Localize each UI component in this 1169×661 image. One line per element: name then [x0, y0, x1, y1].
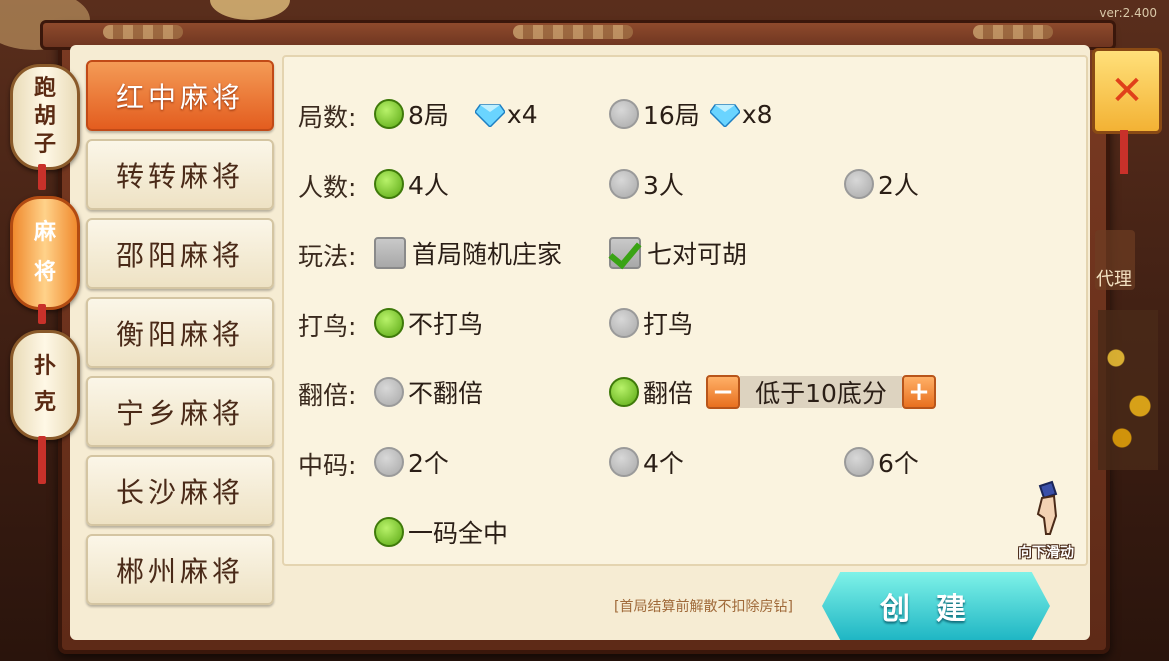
radio-button[interactable] [609, 169, 639, 199]
rounds-option-8[interactable]: 8局 x4 [374, 96, 538, 132]
radio-button[interactable] [609, 447, 639, 477]
game-btn-hengyang[interactable]: 衡阳麻将 [86, 297, 274, 368]
game-btn-ningxiang[interactable]: 宁乡麻将 [86, 376, 274, 447]
checkbox[interactable] [374, 237, 406, 269]
option-label: 不打鸟 [408, 310, 484, 339]
game-btn-chenzhou[interactable]: 郴州麻将 [86, 534, 274, 605]
double-label: 翻倍: [298, 381, 357, 410]
game-btn-zhuanzhuan[interactable]: 转转麻将 [86, 139, 274, 210]
side-tab-char: 跑 [33, 76, 56, 101]
rule-seven-pairs[interactable]: 七对可胡 [609, 235, 747, 271]
option-label: 8局 [408, 101, 449, 130]
side-tab-poker[interactable]: 扑 克 [10, 330, 80, 440]
top-ornament-center [513, 25, 633, 39]
diamond-icon [474, 103, 505, 127]
option-label: 不翻倍 [408, 379, 484, 408]
side-tab-char: 克 [33, 390, 56, 415]
option-label: 2个 [408, 449, 449, 478]
close-icon: ✕ [1110, 68, 1144, 114]
option-label: 翻倍 [643, 379, 694, 408]
scroll-hint: 向下滑动 [1008, 480, 1084, 562]
radio-button[interactable] [609, 99, 639, 129]
side-tab-char: 子 [33, 132, 56, 157]
codes-option-6[interactable]: 6个 [844, 444, 919, 480]
radio-button[interactable] [844, 169, 874, 199]
option-label: 打鸟 [643, 310, 694, 339]
cost-label: x4 [506, 99, 538, 129]
double-option-no[interactable]: 不翻倍 [374, 374, 483, 410]
side-tab-mahjong[interactable]: 麻 将 [10, 196, 80, 310]
option-label: 4个 [643, 449, 684, 478]
tassel [38, 164, 46, 190]
players-option-4[interactable]: 4人 [374, 166, 449, 202]
option-label: 首局随机庄家 [412, 240, 563, 269]
close-button[interactable]: ✕ [1092, 48, 1162, 134]
diamond-icon [709, 103, 740, 127]
codes-option-2[interactable]: 2个 [374, 444, 449, 480]
side-tab-char: 扑 [33, 354, 56, 379]
top-ornament-left [103, 25, 183, 39]
option-label: 4人 [408, 171, 449, 200]
bird-option-yes[interactable]: 打鸟 [609, 305, 693, 341]
rounds-option-16[interactable]: 16局 x8 [609, 96, 773, 132]
codes-option-4[interactable]: 4个 [609, 444, 684, 480]
stepper-value: 低于10底分 [740, 376, 902, 408]
version-text: ver:2.400 [1099, 6, 1157, 20]
scroll-hint-text: 向下滑动 [1018, 545, 1074, 561]
double-option-yes[interactable]: 翻倍 [609, 374, 693, 410]
bird-label: 打鸟: [298, 312, 357, 341]
flower-decoration [1098, 310, 1158, 470]
codes-option-all[interactable]: 一码全中 [374, 514, 508, 550]
create-button[interactable]: 创建 [822, 572, 1050, 640]
game-btn-hongzhong[interactable]: 红中麻将 [86, 60, 274, 131]
codes-label: 中码: [298, 451, 357, 480]
rule-random-dealer[interactable]: 首局随机庄家 [374, 235, 562, 271]
background-moon-deco [210, 0, 290, 20]
tassel [38, 436, 46, 484]
players-option-3[interactable]: 3人 [609, 166, 684, 202]
option-label: 16局 [643, 101, 700, 130]
radio-button[interactable] [374, 517, 404, 547]
radio-button[interactable] [609, 377, 639, 407]
agent-label: 代理 [1096, 269, 1132, 290]
top-ornament-right [973, 25, 1053, 39]
radio-button[interactable] [374, 447, 404, 477]
plus-icon[interactable]: + [902, 375, 936, 409]
players-option-2[interactable]: 2人 [844, 166, 919, 202]
rules-label: 玩法: [298, 242, 357, 271]
radio-button[interactable] [374, 308, 404, 338]
pointing-hand-icon [1036, 480, 1058, 535]
minus-icon[interactable]: − [706, 375, 740, 409]
game-btn-shaoyang[interactable]: 邵阳麻将 [86, 218, 274, 289]
radio-button[interactable] [609, 308, 639, 338]
players-label: 人数: [298, 173, 357, 202]
radio-button[interactable] [844, 447, 874, 477]
double-threshold-stepper: − 低于10底分 + [706, 375, 936, 409]
bird-option-no[interactable]: 不打鸟 [374, 305, 483, 341]
rounds-label: 局数: [298, 103, 357, 132]
side-tab-char: 麻 [33, 220, 56, 245]
option-label: 七对可胡 [647, 240, 748, 269]
option-label: 6个 [878, 449, 919, 478]
side-tab-paohuzi[interactable]: 跑 胡 子 [10, 64, 80, 170]
radio-button[interactable] [374, 377, 404, 407]
tassel [1120, 130, 1128, 174]
checkbox[interactable] [609, 237, 641, 269]
radio-button[interactable] [374, 99, 404, 129]
notice-text: [首局结算前解散不扣除房钻] [614, 599, 793, 615]
option-label: 3人 [643, 171, 684, 200]
game-btn-changsha[interactable]: 长沙麻将 [86, 455, 274, 526]
cost-label: x8 [741, 99, 773, 129]
side-tab-char: 将 [33, 260, 56, 285]
option-label: 一码全中 [408, 519, 509, 548]
option-label: 2人 [878, 171, 919, 200]
radio-button[interactable] [374, 169, 404, 199]
side-tab-char: 胡 [33, 104, 56, 129]
tassel [38, 304, 46, 324]
